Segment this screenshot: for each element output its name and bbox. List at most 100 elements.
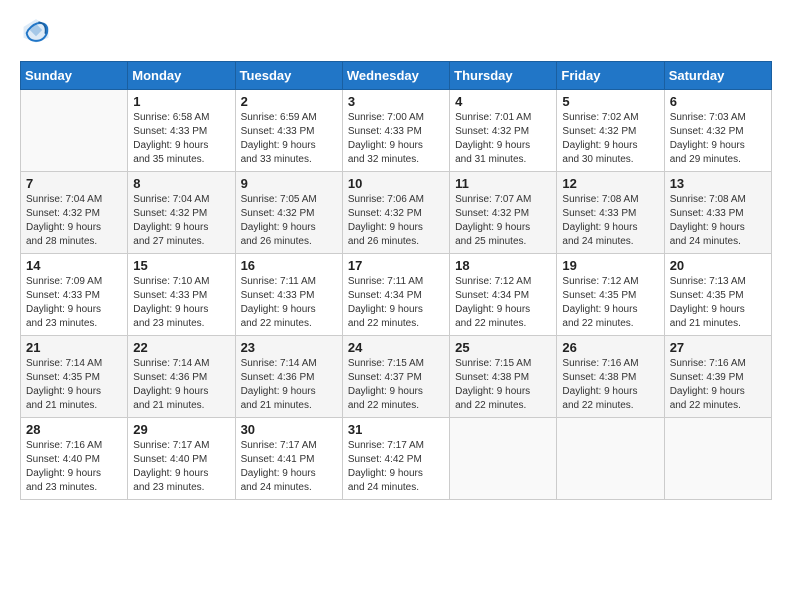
calendar-cell: 30 Sunrise: 7:17 AMSunset: 4:41 PMDayligh… [235, 418, 342, 500]
day-number: 29 [133, 422, 229, 437]
day-number: 5 [562, 94, 658, 109]
day-info: Sunrise: 7:16 AMSunset: 4:40 PMDaylight:… [26, 439, 122, 495]
day-number: 28 [26, 422, 122, 437]
day-number: 19 [562, 258, 658, 273]
day-info: Sunrise: 7:10 AMSunset: 4:33 PMDaylight:… [133, 275, 229, 331]
calendar-cell: 26 Sunrise: 7:16 AMSunset: 4:38 PMDayligh… [557, 336, 664, 418]
day-info: Sunrise: 7:17 AMSunset: 4:42 PMDaylight:… [348, 439, 444, 495]
calendar-cell: 19 Sunrise: 7:12 AMSunset: 4:35 PMDayligh… [557, 254, 664, 336]
calendar-cell [557, 418, 664, 500]
day-number: 1 [133, 94, 229, 109]
logo [20, 16, 50, 49]
calendar-cell [450, 418, 557, 500]
day-number: 8 [133, 176, 229, 191]
day-number: 7 [26, 176, 122, 191]
day-info: Sunrise: 7:13 AMSunset: 4:35 PMDaylight:… [670, 275, 766, 331]
day-info: Sunrise: 7:16 AMSunset: 4:39 PMDaylight:… [670, 357, 766, 413]
calendar-cell: 17Sunrise: 7:11 AMSunset: 4:34 PMDayligh… [342, 254, 449, 336]
calendar-cell: 22Sunrise: 7:14 AMSunset: 4:36 PMDayligh… [128, 336, 235, 418]
calendar-day-header: Sunday [21, 62, 128, 90]
calendar-cell: 24 Sunrise: 7:15 AMSunset: 4:37 PMDayligh… [342, 336, 449, 418]
calendar-cell: 6 Sunrise: 7:03 AMSunset: 4:32 PMDaylight… [664, 90, 771, 172]
calendar-cell: 1 Sunrise: 6:58 AMSunset: 4:33 PMDaylight… [128, 90, 235, 172]
calendar-day-header: Tuesday [235, 62, 342, 90]
calendar-cell: 16Sunrise: 7:11 AMSunset: 4:33 PMDayligh… [235, 254, 342, 336]
calendar-cell: 11 Sunrise: 7:07 AMSunset: 4:32 PMDayligh… [450, 172, 557, 254]
day-info: Sunrise: 7:02 AMSunset: 4:32 PMDaylight:… [562, 111, 658, 167]
day-info: Sunrise: 6:58 AMSunset: 4:33 PMDaylight:… [133, 111, 229, 167]
day-info: Sunrise: 7:16 AMSunset: 4:38 PMDaylight:… [562, 357, 658, 413]
calendar-cell: 29 Sunrise: 7:17 AMSunset: 4:40 PMDayligh… [128, 418, 235, 500]
day-info: Sunrise: 7:14 AMSunset: 4:36 PMDaylight:… [241, 357, 337, 413]
day-info: Sunrise: 7:04 AMSunset: 4:32 PMDaylight:… [26, 193, 122, 249]
calendar: SundayMondayTuesdayWednesdayThursdayFrid… [20, 61, 772, 500]
calendar-cell: 25Sunrise: 7:15 AMSunset: 4:38 PMDayligh… [450, 336, 557, 418]
day-number: 21 [26, 340, 122, 355]
day-number: 9 [241, 176, 337, 191]
day-number: 11 [455, 176, 551, 191]
day-number: 20 [670, 258, 766, 273]
day-info: Sunrise: 7:03 AMSunset: 4:32 PMDaylight:… [670, 111, 766, 167]
day-info: Sunrise: 7:04 AMSunset: 4:32 PMDaylight:… [133, 193, 229, 249]
day-info: Sunrise: 7:05 AMSunset: 4:32 PMDaylight:… [241, 193, 337, 249]
calendar-cell: 20 Sunrise: 7:13 AMSunset: 4:35 PMDayligh… [664, 254, 771, 336]
day-number: 2 [241, 94, 337, 109]
logo-icon [22, 16, 50, 44]
calendar-cell: 9 Sunrise: 7:05 AMSunset: 4:32 PMDaylight… [235, 172, 342, 254]
calendar-week-row: 7 Sunrise: 7:04 AMSunset: 4:32 PMDaylight… [21, 172, 772, 254]
day-number: 27 [670, 340, 766, 355]
calendar-cell: 8 Sunrise: 7:04 AMSunset: 4:32 PMDaylight… [128, 172, 235, 254]
day-info: Sunrise: 7:08 AMSunset: 4:33 PMDaylight:… [562, 193, 658, 249]
day-number: 4 [455, 94, 551, 109]
calendar-cell: 4 Sunrise: 7:01 AMSunset: 4:32 PMDaylight… [450, 90, 557, 172]
calendar-day-header: Saturday [664, 62, 771, 90]
day-info: Sunrise: 7:01 AMSunset: 4:32 PMDaylight:… [455, 111, 551, 167]
day-info: Sunrise: 7:15 AMSunset: 4:37 PMDaylight:… [348, 357, 444, 413]
calendar-week-row: 21 Sunrise: 7:14 AMSunset: 4:35 PMDayligh… [21, 336, 772, 418]
day-info: Sunrise: 7:14 AMSunset: 4:35 PMDaylight:… [26, 357, 122, 413]
day-number: 24 [348, 340, 444, 355]
calendar-day-header: Friday [557, 62, 664, 90]
day-number: 13 [670, 176, 766, 191]
day-number: 6 [670, 94, 766, 109]
day-info: Sunrise: 7:12 AMSunset: 4:35 PMDaylight:… [562, 275, 658, 331]
day-number: 12 [562, 176, 658, 191]
calendar-day-header: Monday [128, 62, 235, 90]
day-info: Sunrise: 7:12 AMSunset: 4:34 PMDaylight:… [455, 275, 551, 331]
day-info: Sunrise: 6:59 AMSunset: 4:33 PMDaylight:… [241, 111, 337, 167]
day-info: Sunrise: 7:09 AMSunset: 4:33 PMDaylight:… [26, 275, 122, 331]
calendar-cell: 3Sunrise: 7:00 AMSunset: 4:33 PMDaylight… [342, 90, 449, 172]
day-info: Sunrise: 7:08 AMSunset: 4:33 PMDaylight:… [670, 193, 766, 249]
calendar-cell: 15 Sunrise: 7:10 AMSunset: 4:33 PMDayligh… [128, 254, 235, 336]
calendar-cell: 5 Sunrise: 7:02 AMSunset: 4:32 PMDaylight… [557, 90, 664, 172]
calendar-cell: 28 Sunrise: 7:16 AMSunset: 4:40 PMDayligh… [21, 418, 128, 500]
calendar-cell: 31 Sunrise: 7:17 AMSunset: 4:42 PMDayligh… [342, 418, 449, 500]
calendar-day-header: Thursday [450, 62, 557, 90]
day-info: Sunrise: 7:17 AMSunset: 4:40 PMDaylight:… [133, 439, 229, 495]
header [20, 16, 772, 49]
day-number: 31 [348, 422, 444, 437]
calendar-cell [664, 418, 771, 500]
calendar-cell: 13 Sunrise: 7:08 AMSunset: 4:33 PMDayligh… [664, 172, 771, 254]
day-number: 25 [455, 340, 551, 355]
page: SundayMondayTuesdayWednesdayThursdayFrid… [0, 0, 792, 512]
calendar-cell [21, 90, 128, 172]
day-number: 15 [133, 258, 229, 273]
day-number: 26 [562, 340, 658, 355]
calendar-cell: 14Sunrise: 7:09 AMSunset: 4:33 PMDayligh… [21, 254, 128, 336]
calendar-cell: 10Sunrise: 7:06 AMSunset: 4:32 PMDayligh… [342, 172, 449, 254]
day-info: Sunrise: 7:07 AMSunset: 4:32 PMDaylight:… [455, 193, 551, 249]
calendar-cell: 12 Sunrise: 7:08 AMSunset: 4:33 PMDayligh… [557, 172, 664, 254]
calendar-week-row: 14Sunrise: 7:09 AMSunset: 4:33 PMDayligh… [21, 254, 772, 336]
day-info: Sunrise: 7:11 AMSunset: 4:33 PMDaylight:… [241, 275, 337, 331]
day-number: 30 [241, 422, 337, 437]
day-info: Sunrise: 7:17 AMSunset: 4:41 PMDaylight:… [241, 439, 337, 495]
day-number: 18 [455, 258, 551, 273]
calendar-cell: 2 Sunrise: 6:59 AMSunset: 4:33 PMDaylight… [235, 90, 342, 172]
calendar-header-row: SundayMondayTuesdayWednesdayThursdayFrid… [21, 62, 772, 90]
calendar-cell: 7 Sunrise: 7:04 AMSunset: 4:32 PMDaylight… [21, 172, 128, 254]
day-info: Sunrise: 7:06 AMSunset: 4:32 PMDaylight:… [348, 193, 444, 249]
day-info: Sunrise: 7:11 AMSunset: 4:34 PMDaylight:… [348, 275, 444, 331]
day-number: 22 [133, 340, 229, 355]
calendar-week-row: 1 Sunrise: 6:58 AMSunset: 4:33 PMDaylight… [21, 90, 772, 172]
